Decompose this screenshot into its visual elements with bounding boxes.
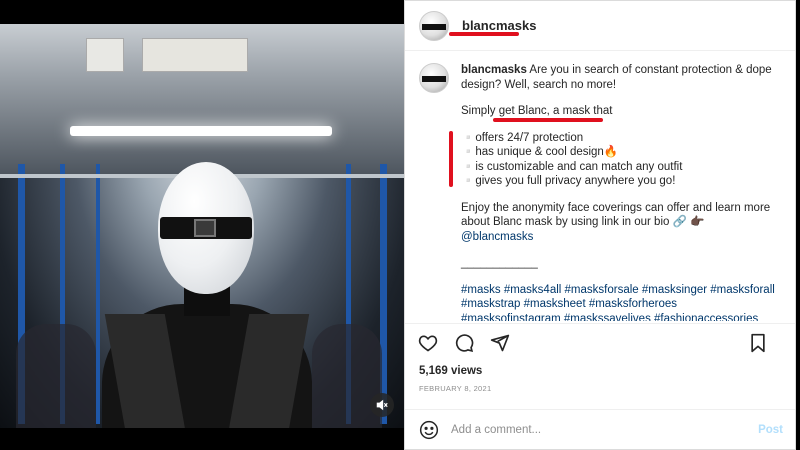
post-button[interactable]: Post xyxy=(758,424,783,436)
post-date: FEBRUARY 8, 2021 xyxy=(419,384,492,393)
comment-bar: Post xyxy=(405,409,795,449)
ceiling-sign xyxy=(142,38,248,72)
bullet-item: ▫️is customizable and can match any outf… xyxy=(461,160,683,173)
speaker-muted-icon[interactable] xyxy=(370,393,394,417)
train-pole xyxy=(96,164,100,424)
view-count[interactable]: 5,169 views xyxy=(419,365,482,377)
bullet-item: ▫️has unique & cool design🔥 xyxy=(461,146,619,158)
smiley-icon[interactable] xyxy=(419,420,439,440)
avatar[interactable] xyxy=(419,10,449,41)
send-icon[interactable] xyxy=(489,332,511,354)
passengers xyxy=(312,324,382,428)
ceiling-sign xyxy=(86,38,124,72)
action-bar xyxy=(405,323,795,361)
header-username[interactable]: blancmasks xyxy=(462,18,536,33)
ceiling-light xyxy=(70,126,332,136)
avatar[interactable] xyxy=(419,63,449,93)
annotation-underline xyxy=(493,118,603,122)
post-panel: blancmasks blancmasks Are you in search … xyxy=(404,0,796,450)
bullet-item: ▫️offers 24/7 protection xyxy=(461,131,584,144)
fire-emoji: 🔥 xyxy=(603,146,619,158)
mention-link[interactable]: @blancmasks xyxy=(461,231,533,243)
caption-separator: ____________ xyxy=(461,257,538,269)
post-caption: blancmasks Are you in search of constant… xyxy=(405,51,795,321)
scrollbar[interactable] xyxy=(796,0,800,450)
comment-icon[interactable] xyxy=(453,332,475,354)
passengers xyxy=(16,324,96,428)
caption-simply: Simply xyxy=(461,105,499,117)
caption-username[interactable]: blancmasks xyxy=(461,64,527,76)
annotation-underline xyxy=(449,32,519,36)
heart-icon[interactable] xyxy=(417,332,439,354)
post-header: blancmasks xyxy=(405,1,795,51)
bullet-item: ▫️gives you full privacy anywhere you go… xyxy=(461,175,676,187)
mask-camera xyxy=(194,219,216,237)
video-frame[interactable] xyxy=(0,24,404,428)
post-media xyxy=(0,0,404,450)
caption-highlight: get Blanc, a mask that xyxy=(498,105,613,117)
hashtags[interactable]: #masks #masks4all #masksforsale #masksin… xyxy=(461,283,779,322)
comment-input[interactable] xyxy=(451,423,741,436)
annotation-bracket xyxy=(449,130,453,187)
caption-outro: Enjoy the anonymity face coverings can o… xyxy=(461,201,771,229)
bookmark-icon[interactable] xyxy=(747,332,769,354)
